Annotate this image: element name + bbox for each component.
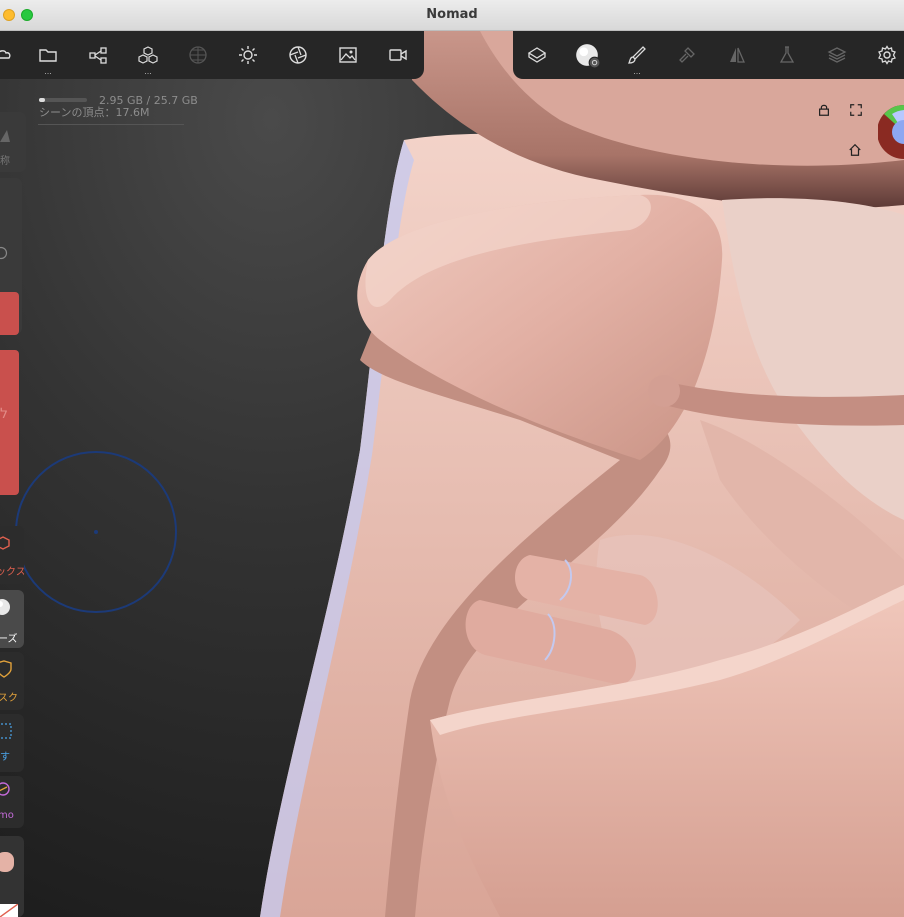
orientation-gizmo[interactable] xyxy=(878,102,904,162)
lock-icon[interactable] xyxy=(815,101,833,119)
radius-slider[interactable] xyxy=(0,292,19,335)
side-tool-label: ックス xyxy=(0,567,24,578)
right-toolbar: ... xyxy=(513,31,904,79)
mesh-cube-icon[interactable] xyxy=(521,39,553,71)
cloud-icon[interactable] xyxy=(0,39,20,71)
cube-red-icon xyxy=(0,536,10,550)
pin-ball xyxy=(648,375,680,407)
side-tool-label: ーズ xyxy=(0,634,18,645)
shield-icon xyxy=(0,660,12,678)
clay-material-icon[interactable] xyxy=(571,39,603,71)
triangle-icon xyxy=(0,130,10,142)
side-tool-label: す xyxy=(0,752,10,763)
left-toolbar: ... ... xyxy=(0,31,424,79)
symmetry-icon[interactable] xyxy=(721,39,753,71)
memory-bar-fill xyxy=(39,98,45,102)
side-label-top: 称 xyxy=(0,156,10,167)
light-sun-icon[interactable] xyxy=(232,39,264,71)
home-view-icon[interactable] xyxy=(846,141,864,159)
layers-icon[interactable] xyxy=(821,39,853,71)
window-titlebar: Nomad xyxy=(0,0,904,31)
side-tool-pose[interactable]: ーズ xyxy=(0,590,24,648)
info-divider xyxy=(38,124,184,125)
window-title: Nomad xyxy=(426,7,478,22)
side-tool-label: mo xyxy=(0,810,14,821)
folder-icon[interactable]: ... xyxy=(32,39,64,76)
flask-icon[interactable] xyxy=(771,39,803,71)
side-tool-hide[interactable]: す xyxy=(0,714,24,772)
side-tool-label: スク xyxy=(0,693,18,704)
intensity-icon: ל xyxy=(0,406,8,422)
hammer-icon[interactable] xyxy=(671,39,703,71)
material-swatch-icon xyxy=(0,852,14,872)
paint-brush-icon[interactable]: ... xyxy=(621,39,653,76)
dotted-grid-icon xyxy=(0,723,12,739)
side-tool-matrix[interactable]: ックス xyxy=(0,526,24,584)
side-tool-material[interactable] xyxy=(0,836,24,917)
brush-cursor-circle xyxy=(15,451,177,613)
side-tool-gizmo[interactable]: mo xyxy=(0,776,24,828)
scene-graph-icon[interactable] xyxy=(82,39,114,71)
color-swatch-icon xyxy=(0,904,18,917)
fullscreen-icon[interactable] xyxy=(847,101,865,119)
image-icon[interactable] xyxy=(332,39,364,71)
primitives-icon[interactable]: ... xyxy=(132,39,164,76)
memory-bar xyxy=(39,98,87,102)
radius-circle-icon xyxy=(0,246,8,260)
video-camera-icon[interactable] xyxy=(382,39,414,71)
scene-vertices: シーンの頂点：17.6M xyxy=(39,106,150,119)
settings-gear-icon[interactable] xyxy=(871,39,903,71)
aperture-icon[interactable] xyxy=(282,39,314,71)
clay-ball-icon xyxy=(0,599,10,615)
side-tool-mask[interactable]: スク xyxy=(0,652,24,710)
gizmo-icon xyxy=(0,782,10,796)
grid-sphere-icon[interactable] xyxy=(182,39,214,71)
side-panel-top: 称 xyxy=(0,112,26,172)
